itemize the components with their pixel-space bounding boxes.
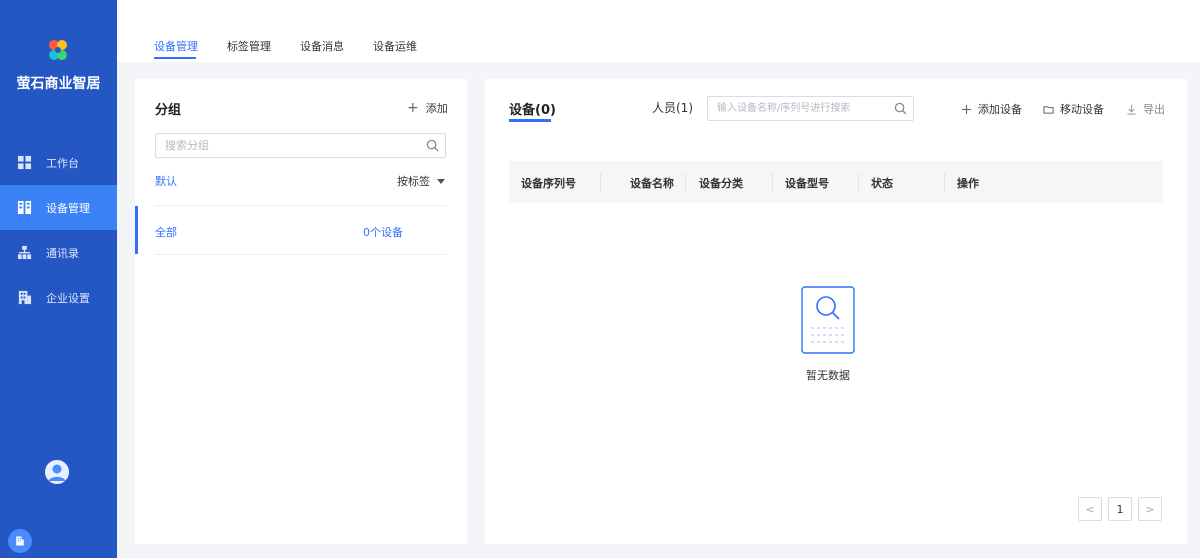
top-tab-bar: 设备管理 标签管理 设备消息 设备运维 <box>117 0 1200 62</box>
move-device-button[interactable]: 移动设备 <box>1043 101 1104 117</box>
default-group-link[interactable]: 默认 <box>155 173 177 189</box>
download-icon <box>1127 104 1136 115</box>
add-group-label: 添加 <box>425 102 448 115</box>
group-search-input[interactable] <box>156 134 406 157</box>
tab-device-management[interactable]: 设备管理 <box>154 38 198 54</box>
device-search-input[interactable] <box>708 97 888 120</box>
building-icon <box>16 536 24 546</box>
group-panel-title: 分组 <box>155 103 182 118</box>
sidebar: 萤石商业智居 工作台 设备管理 通讯录 企业设置 <box>0 0 117 558</box>
column-separator <box>858 173 859 191</box>
tab-device-messages[interactable]: 设备消息 <box>300 38 344 54</box>
group-search-box <box>155 133 446 158</box>
brand-name: 萤石商业智居 <box>16 76 101 92</box>
pagination-page-1[interactable]: 1 <box>1108 497 1132 521</box>
org-tree-icon <box>17 245 32 260</box>
pagination-prev-button[interactable]: < <box>1078 497 1102 521</box>
active-tab-indicator <box>154 57 196 59</box>
user-avatar[interactable] <box>45 460 69 484</box>
empty-data-icon <box>801 286 855 354</box>
group-panel: 分组 + 添加 默认 按标签 全部 0个设备 <box>135 79 467 544</box>
search-icon[interactable] <box>426 139 439 152</box>
pagination-next-button[interactable]: > <box>1138 497 1162 521</box>
sort-by-label: 按标签 <box>397 175 430 188</box>
device-icon <box>17 200 32 215</box>
tab-device-ops[interactable]: 设备运维 <box>373 38 417 54</box>
column-header-actions: 操作 <box>957 177 979 190</box>
column-header-model: 设备型号 <box>785 177 829 190</box>
tab-tag-management[interactable]: 标签管理 <box>227 38 271 54</box>
search-icon[interactable] <box>894 102 907 115</box>
tab-people[interactable]: 人员(1) <box>652 99 693 116</box>
device-search-box <box>707 96 914 121</box>
enterprise-switch-button[interactable] <box>8 529 32 553</box>
column-header-name: 设备名称 <box>630 177 674 190</box>
column-separator <box>944 173 945 191</box>
group-item-all[interactable]: 全部 0个设备 <box>135 206 467 254</box>
user-icon <box>45 460 69 484</box>
add-group-button[interactable]: + 添加 <box>407 100 448 116</box>
plus-icon <box>961 104 972 114</box>
plus-icon: + <box>407 100 419 116</box>
column-separator <box>772 173 773 191</box>
export-button[interactable]: 导出 <box>1126 101 1165 117</box>
sidebar-item-label: 通讯录 <box>46 246 79 260</box>
sidebar-item-workbench[interactable]: 工作台 <box>0 140 117 185</box>
group-device-count: 0个设备 <box>363 226 403 239</box>
divider <box>155 254 446 255</box>
column-header-serial: 设备序列号 <box>521 177 576 190</box>
selected-indicator <box>135 206 138 254</box>
export-label: 导出 <box>1143 103 1165 116</box>
sidebar-nav: 工作台 设备管理 通讯录 企业设置 <box>0 140 117 320</box>
move-device-label: 移动设备 <box>1060 103 1104 116</box>
add-device-label: 添加设备 <box>978 103 1022 116</box>
building-icon <box>18 290 32 305</box>
sort-by-tag-dropdown[interactable]: 按标签 <box>397 173 445 189</box>
caret-down-icon <box>437 178 445 184</box>
sidebar-item-label: 设备管理 <box>46 201 90 215</box>
empty-data-text: 暂无数据 <box>806 369 850 382</box>
sidebar-item-device-management[interactable]: 设备管理 <box>0 185 117 230</box>
dashboard-icon <box>17 155 32 170</box>
device-panel: 设备(0) 人员(1) 添加设备 移动设备 导出 设备序列号 设备名称 设备分类… <box>485 79 1187 544</box>
column-header-category: 设备分类 <box>699 177 743 190</box>
column-separator <box>600 173 601 191</box>
folder-icon <box>1043 105 1054 114</box>
sidebar-item-enterprise-settings[interactable]: 企业设置 <box>0 275 117 320</box>
group-name: 全部 <box>155 226 177 239</box>
device-table-header: 设备序列号 设备名称 设备分类 设备型号 状态 操作 <box>509 161 1163 203</box>
sidebar-item-label: 企业设置 <box>46 291 90 305</box>
logo-icon <box>49 40 67 60</box>
add-device-button[interactable]: 添加设备 <box>961 101 1022 117</box>
sidebar-item-label: 工作台 <box>46 156 79 170</box>
column-header-status: 状态 <box>871 177 893 190</box>
tab-devices[interactable]: 设备(0) <box>509 99 556 118</box>
column-separator <box>685 173 686 191</box>
sidebar-item-contacts[interactable]: 通讯录 <box>0 230 117 275</box>
active-subtab-indicator <box>509 119 551 122</box>
